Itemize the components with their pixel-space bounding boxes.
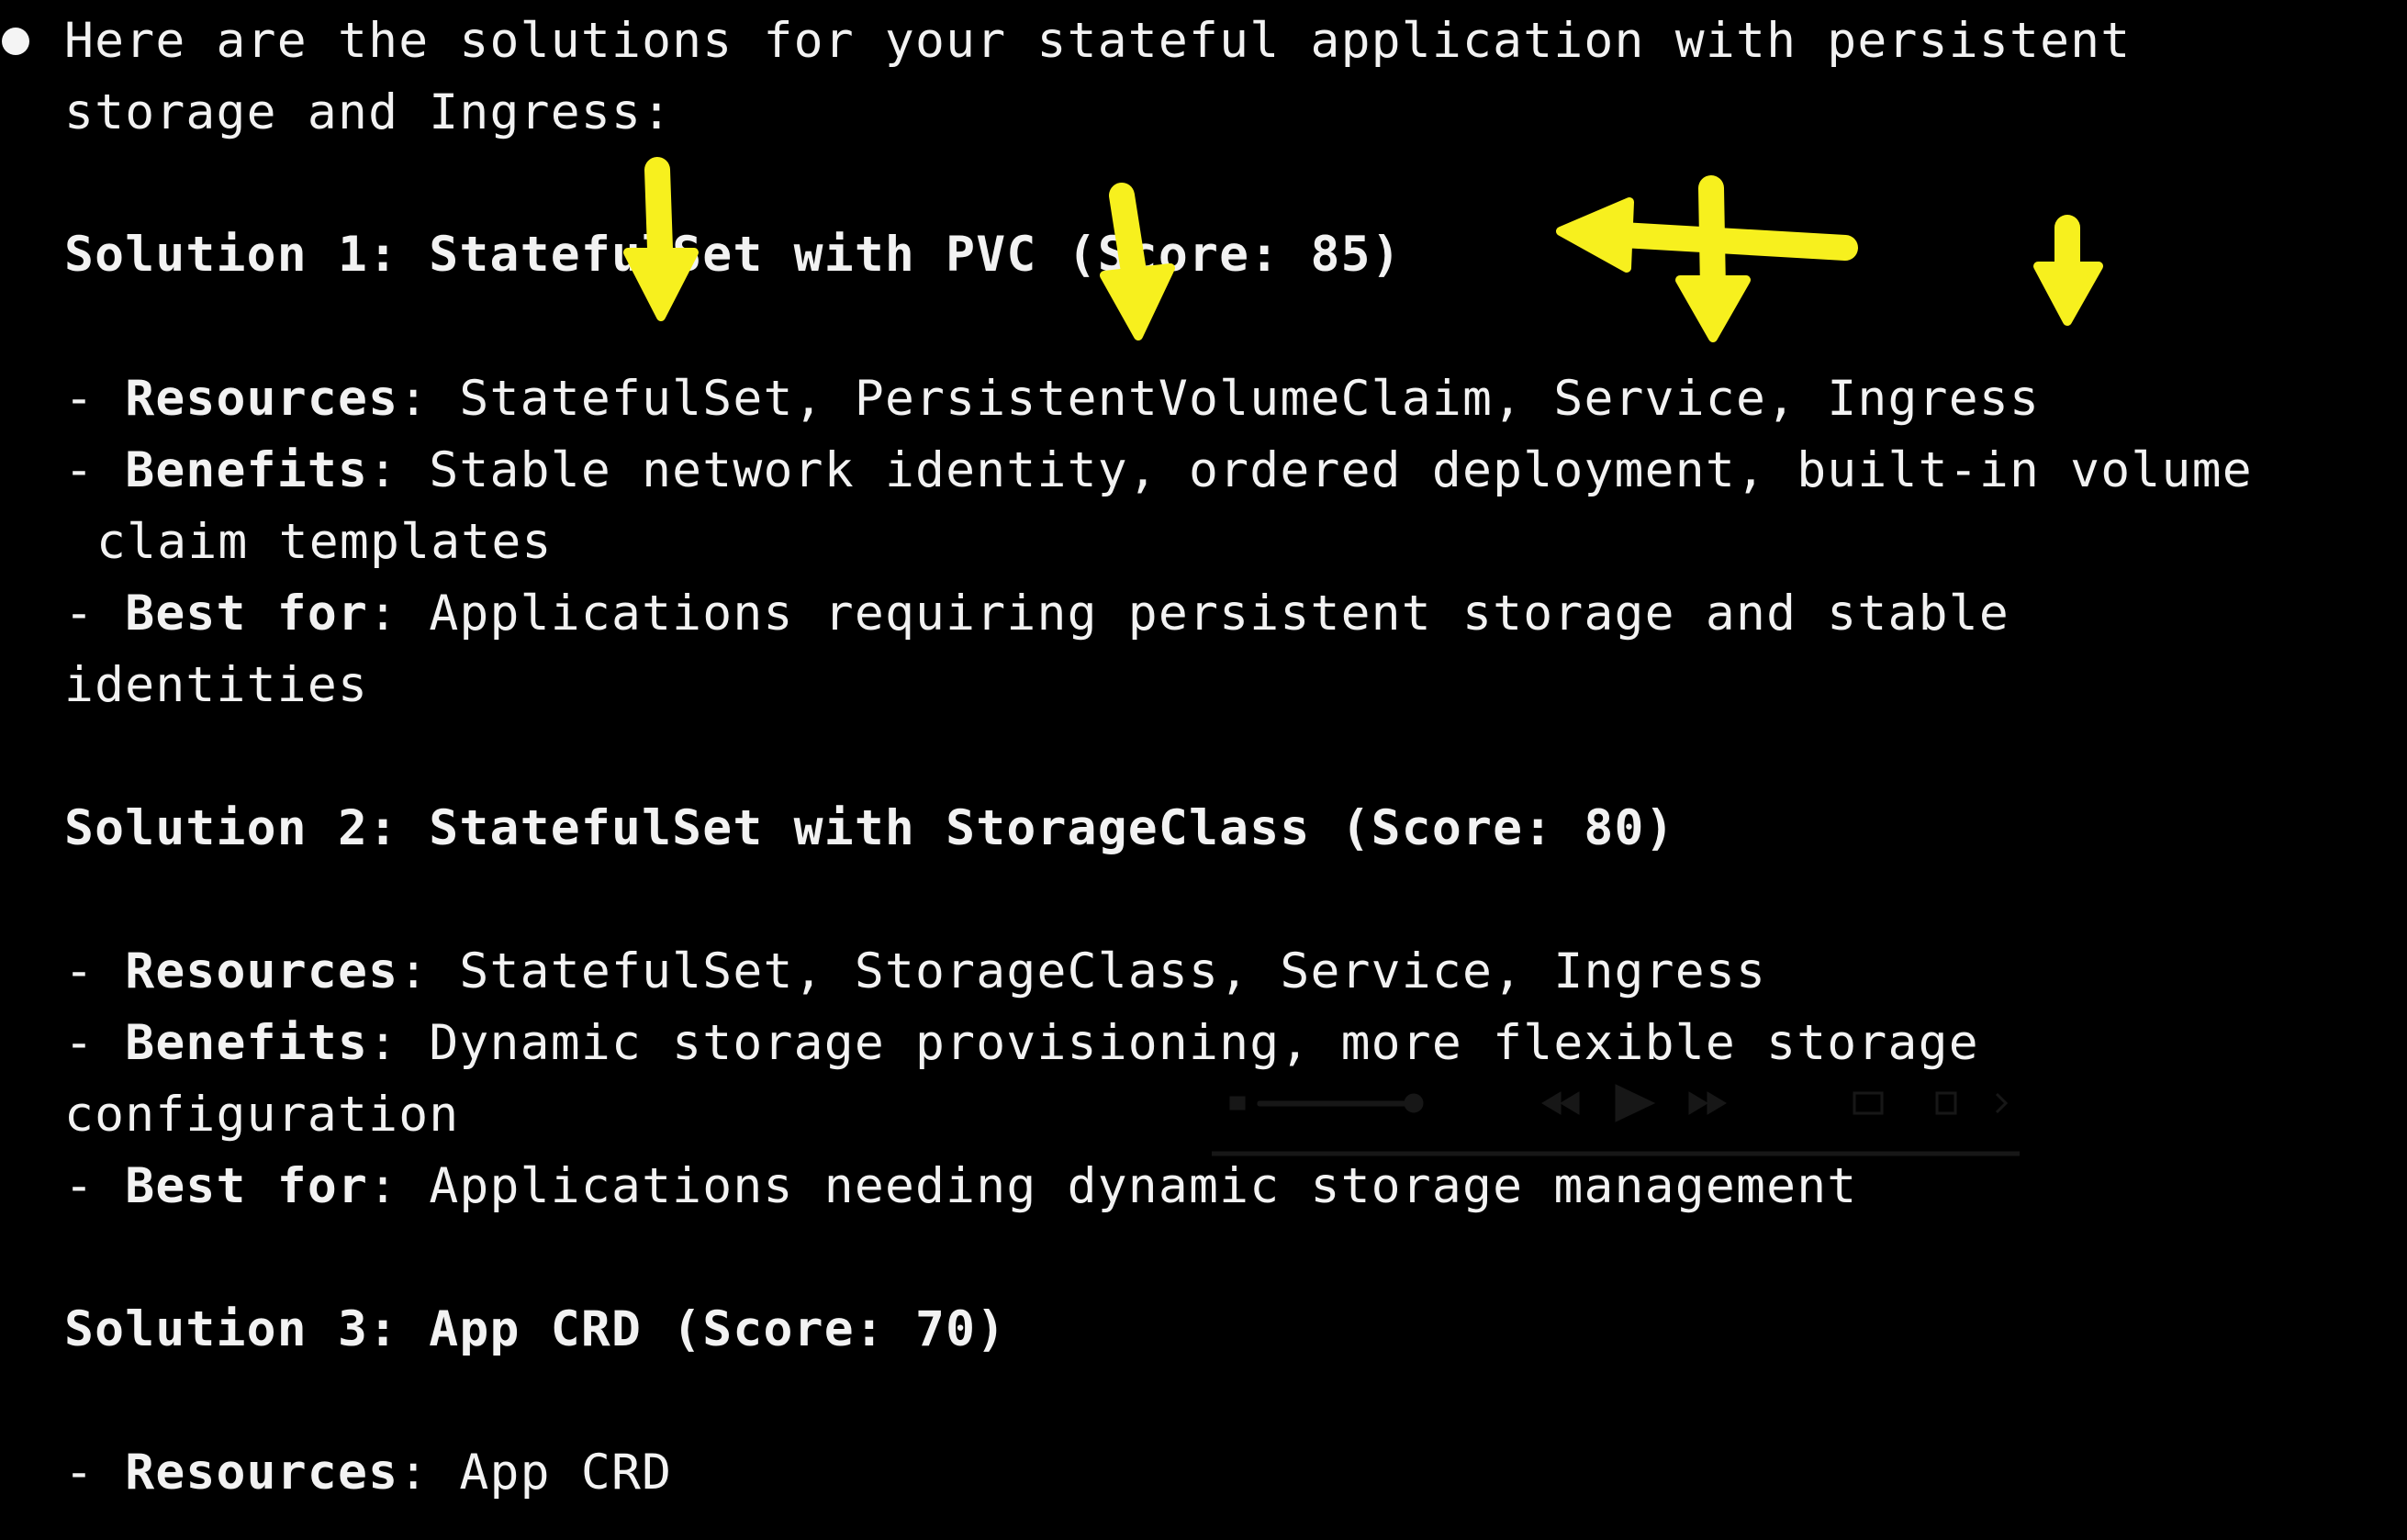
resources-label: Resources	[125, 1445, 399, 1501]
benefits-value: Dynamic storage provisioning, more flexi…	[429, 1015, 1979, 1071]
solution-1-resources: - Resources: StatefulSet, PersistentVolu…	[64, 367, 2040, 431]
dash: -	[64, 1445, 126, 1501]
video-player-controls-ghost	[1212, 1069, 2020, 1170]
solution-1-benefits-cont: claim templates	[96, 514, 553, 570]
dash: -	[64, 442, 126, 498]
colon: :	[368, 1158, 430, 1214]
dash: -	[64, 1158, 126, 1214]
best-for-value: Applications requiring persistent storag…	[429, 586, 2010, 642]
benefits-label: Benefits	[125, 442, 369, 498]
colon: :	[398, 1445, 460, 1501]
dash: -	[64, 371, 126, 427]
solution-2-heading: Solution 2: StatefulSet with StorageClas…	[64, 800, 1675, 856]
solution-3-resources: - Resources: App CRD	[64, 1441, 672, 1505]
share-icon	[1935, 1091, 1957, 1115]
resources-label: Resources	[125, 943, 399, 999]
volume-icon	[1229, 1096, 1246, 1110]
solution-3-heading: Solution 3: App CRD (Score: 70)	[64, 1301, 1007, 1357]
resources-value: StatefulSet, StorageClass, Service, Ingr…	[459, 943, 1767, 999]
solution-2-resources: - Resources: StatefulSet, StorageClass, …	[64, 940, 1766, 1004]
resources-value: App CRD	[459, 1445, 673, 1501]
solution-1-best-for: - Best for: Applications requiring persi…	[64, 582, 2010, 646]
rewind-icon	[1541, 1091, 1580, 1115]
resources-value: StatefulSet, PersistentVolumeClaim, Serv…	[459, 371, 2041, 427]
best-for-label: Best for	[125, 1158, 369, 1214]
solution-2-benefits: - Benefits: Dynamic storage provisioning…	[64, 1011, 1979, 1076]
play-icon	[1615, 1084, 1656, 1122]
dash: -	[64, 943, 126, 999]
resources-label: Resources	[125, 371, 399, 427]
solution-1-benefits: - Benefits: Stable network identity, ord…	[64, 439, 2253, 503]
pip-icon	[1853, 1091, 1884, 1115]
arrow-annotation-icon	[2033, 215, 2103, 326]
volume-knob	[1404, 1093, 1424, 1113]
best-for-label: Best for	[125, 586, 369, 642]
volume-slider	[1257, 1100, 1415, 1107]
colon: :	[368, 442, 430, 498]
arrow-annotation-icon	[1675, 175, 1751, 342]
solution-2-benefits-cont: configuration	[64, 1087, 460, 1143]
colon: :	[368, 586, 430, 642]
colon: :	[398, 371, 460, 427]
terminal-output: Here are the solutions for your stateful…	[0, 0, 2407, 1540]
fast-forward-icon	[1688, 1091, 1727, 1115]
solution-1-best-for-cont: identities	[64, 657, 369, 713]
more-icon	[1995, 1092, 2009, 1114]
progress-bar	[1212, 1151, 2020, 1156]
benefits-label: Benefits	[125, 1015, 369, 1071]
colon: :	[398, 943, 460, 999]
dash: -	[64, 586, 126, 642]
dash: -	[64, 1015, 126, 1071]
colon: :	[368, 1015, 430, 1071]
solution-1-heading: Solution 1: StatefulSet with PVC (Score:…	[64, 227, 1402, 283]
benefits-value: Stable network identity, ordered deploym…	[429, 442, 2253, 498]
intro-line-1: Here are the solutions for your stateful…	[64, 13, 2132, 69]
arrow-annotation-icon	[1556, 197, 1858, 273]
bullet-dot-icon	[2, 28, 29, 55]
intro-line-2: storage and Ingress:	[64, 84, 673, 140]
